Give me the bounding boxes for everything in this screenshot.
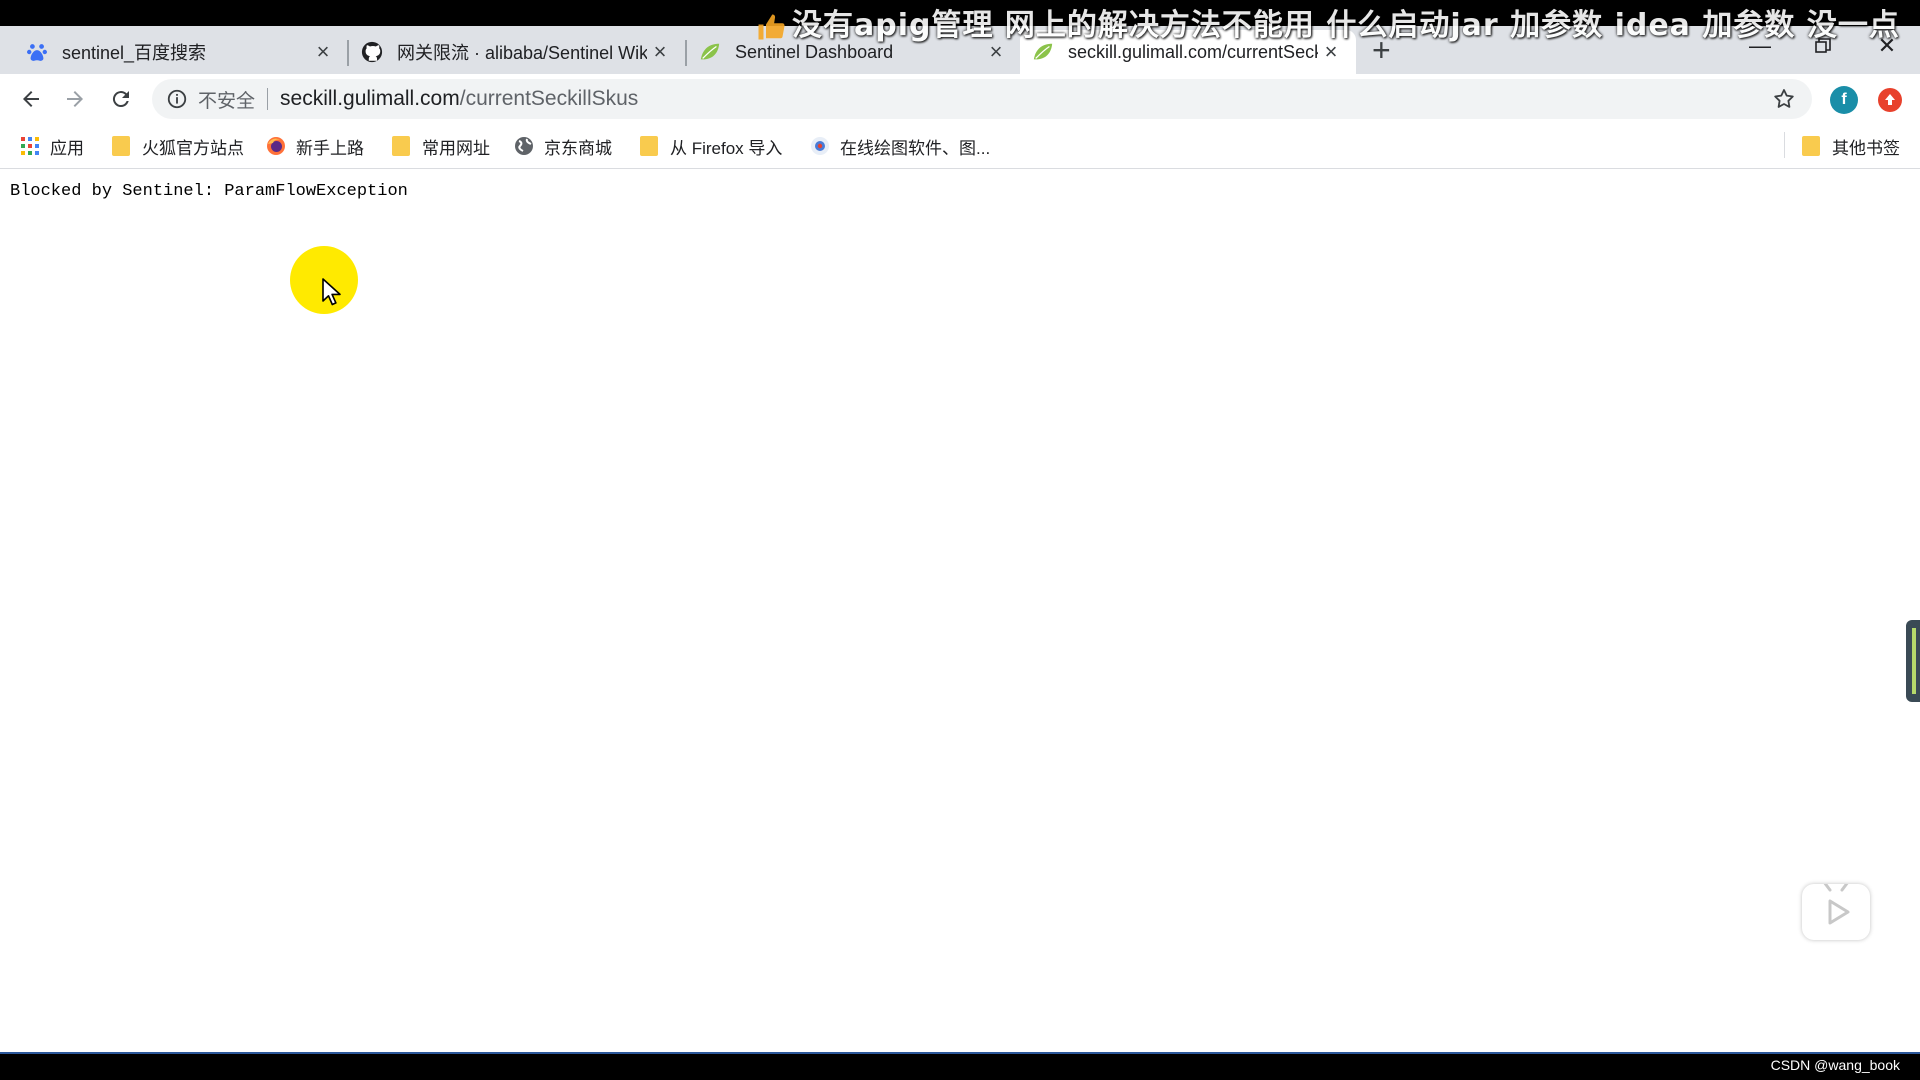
baidu-paw-icon — [27, 44, 47, 61]
bookmark-other[interactable]: 其他书签 — [1802, 134, 1900, 158]
bookmark-label: 在线绘图软件、图... — [840, 138, 991, 158]
processon-icon — [811, 137, 829, 155]
folder-icon — [392, 136, 410, 156]
bookmark-apps[interactable]: 应用 — [20, 134, 84, 158]
blocked-message: Blocked by Sentinel: ParamFlowException — [10, 182, 408, 201]
globe-icon — [515, 137, 533, 155]
profile-extension-icon[interactable]: f — [1830, 86, 1858, 114]
bookmark-item[interactable]: 常用网址 — [392, 134, 490, 158]
browser-window: 没有apig管理 网上的解决方法不能用 什么启动jar 加参数 idea 加参数… — [0, 0, 1920, 1080]
extension-icon[interactable] — [1878, 88, 1902, 112]
bookmark-label: 其他书签 — [1832, 138, 1900, 158]
sentinel-leaf-icon — [700, 43, 720, 60]
bookmark-label: 常用网址 — [422, 138, 490, 158]
bookmark-label: 京东商城 — [544, 138, 612, 158]
play-icon — [1822, 880, 1850, 925]
security-label[interactable]: 不安全 — [198, 86, 255, 113]
video-play-button[interactable] — [1802, 880, 1870, 940]
back-arrow-icon — [23, 91, 39, 107]
danmaku-comment: 没有apig管理 网上的解决方法不能用 什么启动jar 加参数 idea 加参数… — [756, 6, 1900, 46]
omnibox-divider — [267, 88, 269, 110]
back-button[interactable] — [14, 82, 48, 116]
folder-icon — [640, 136, 658, 156]
mouse-cursor-icon — [322, 278, 341, 306]
watermark-text: CSDN @wang_book — [1770, 1057, 1900, 1073]
tab-title: 网关限流 · alibaba/Sentinel Wiki — [397, 43, 647, 63]
apps-grid-icon — [21, 137, 39, 155]
bookmark-label: 新手上路 — [296, 138, 364, 158]
bookmark-item[interactable]: 从 Firefox 导入 — [640, 134, 782, 158]
bookmark-star-icon[interactable] — [1772, 87, 1796, 111]
firefox-icon — [267, 137, 285, 155]
tab-title: sentinel_百度搜索 — [62, 43, 207, 63]
forward-arrow-icon — [67, 91, 83, 107]
address-bar[interactable]: 不安全 seckill.gulimall.com/currentSeckillS… — [152, 79, 1812, 119]
url-host: seckill.gulimall.com — [280, 87, 460, 110]
close-icon[interactable]: × — [310, 39, 336, 65]
bookmark-label: 火狐官方站点 — [142, 138, 244, 158]
side-panel-handle[interactable] — [1906, 620, 1920, 702]
thumbs-up-icon — [758, 14, 785, 39]
bookmark-item[interactable]: 新手上路 — [266, 134, 364, 158]
browser-toolbar: 不安全 seckill.gulimall.com/currentSeckillS… — [0, 74, 1920, 124]
github-icon — [361, 41, 383, 63]
tab-baidu-search[interactable]: sentinel_百度搜索 × — [0, 30, 348, 74]
bookmark-item[interactable]: 火狐官方站点 — [112, 134, 244, 158]
url-path: /currentSeckillSkus — [459, 87, 639, 110]
bookmark-label: 应用 — [50, 138, 84, 158]
bookmark-item[interactable]: 在线绘图软件、图... — [810, 134, 990, 158]
danmaku-text: 没有apig管理 网上的解决方法不能用 什么启动jar 加参数 idea 加参数… — [792, 8, 1900, 43]
handle-indicator — [1912, 628, 1916, 694]
folder-icon — [1802, 136, 1820, 156]
tab-github-wiki[interactable]: 网关限流 · alibaba/Sentinel Wiki × — [349, 30, 685, 74]
upload-arrow-icon — [1885, 94, 1895, 105]
forward-button[interactable] — [58, 82, 92, 116]
reload-button[interactable] — [104, 82, 138, 116]
bookmark-item[interactable]: 京东商城 — [514, 134, 612, 158]
progress-line — [0, 1052, 1920, 1054]
url-text[interactable]: seckill.gulimall.com/currentSeckillSkus — [280, 87, 638, 111]
bookmarks-bar: 应用 火狐官方站点 新手上路 常用网址 京东商城 从 Firefox 导入 在线… — [0, 124, 1920, 169]
info-icon[interactable] — [166, 88, 188, 110]
bookmark-label: 从 Firefox 导入 — [670, 138, 783, 158]
folder-icon — [112, 136, 130, 156]
reload-icon — [112, 91, 129, 108]
close-icon[interactable]: × — [647, 39, 673, 65]
bookmarks-divider — [1784, 132, 1785, 158]
video-bottom-bar: CSDN @wang_book — [0, 1052, 1920, 1080]
page-content: Blocked by Sentinel: ParamFlowException — [0, 169, 1920, 1052]
